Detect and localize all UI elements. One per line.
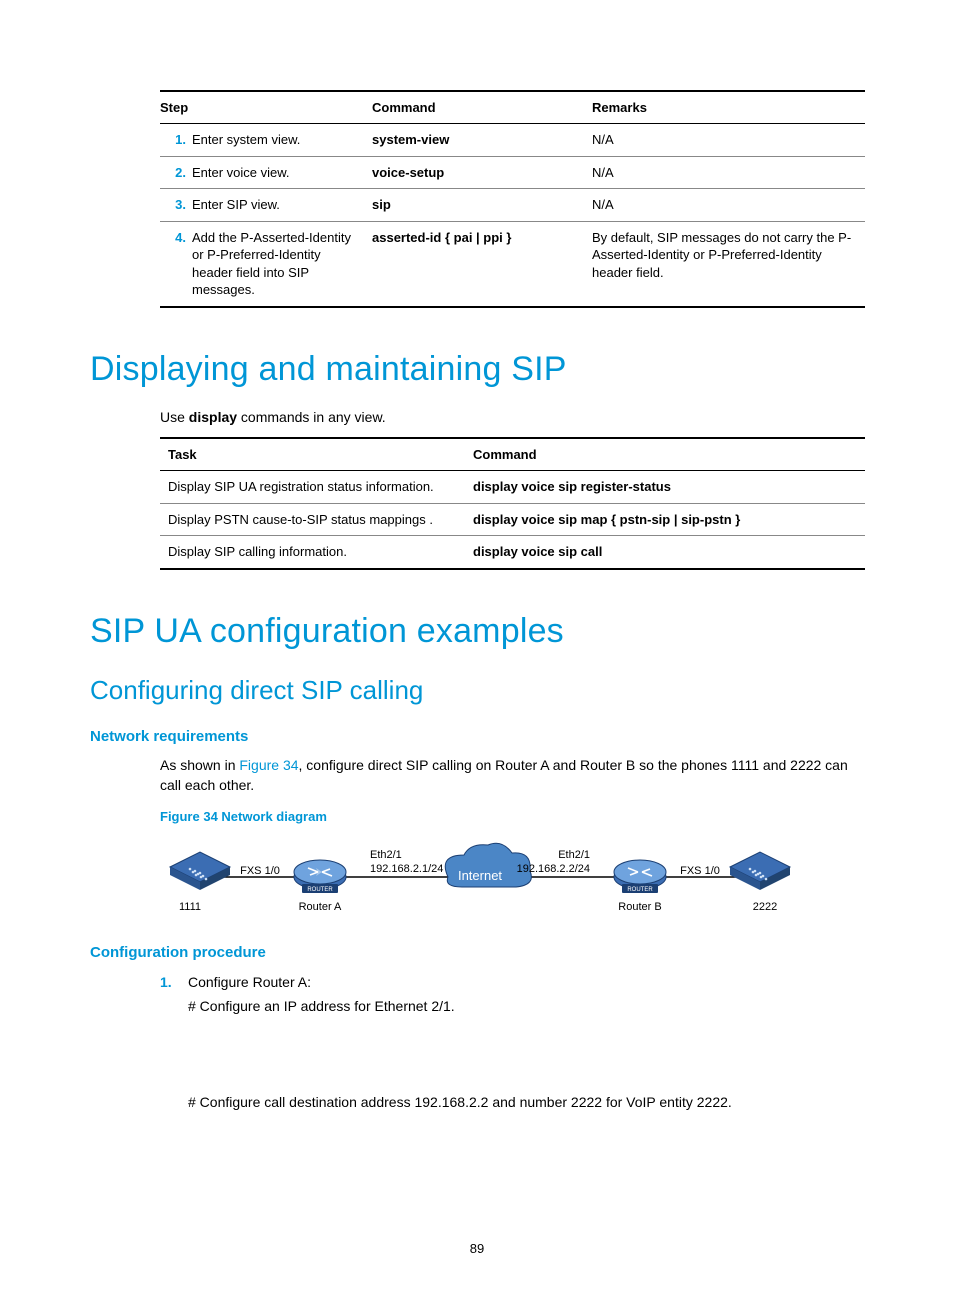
- steps-table: Step Command Remarks 1. Enter system vie…: [160, 90, 865, 308]
- task-desc: Display SIP UA registration status infor…: [160, 471, 473, 504]
- text: commands in any view.: [237, 409, 386, 425]
- step-remarks: N/A: [592, 124, 865, 157]
- proc-text: # Configure an IP address for Ethernet 2…: [188, 995, 864, 1019]
- cmd-bold: display voice sip map: [473, 512, 607, 527]
- step-number: 3.: [160, 189, 192, 222]
- step-number: 1.: [160, 124, 192, 157]
- heading-network-req: Network requirements: [90, 728, 864, 745]
- table-row: Display SIP calling information. display…: [160, 536, 865, 569]
- proc-text: Configure Router A:: [188, 974, 311, 990]
- heading-config-procedure: Configuration procedure: [90, 944, 864, 961]
- step-desc: Enter SIP view.: [192, 189, 372, 222]
- router-badge: ROUTER: [627, 887, 653, 893]
- task-desc: Display PSTN cause-to-SIP status mapping…: [160, 503, 473, 536]
- heading-configuring-direct: Configuring direct SIP calling: [90, 675, 864, 706]
- proc-text: # Configure call destination address 192…: [188, 1091, 864, 1115]
- document-page: Step Command Remarks 1. Enter system vie…: [0, 0, 954, 1296]
- eth-b-label: Eth2/1: [558, 849, 590, 861]
- paragraph-use-display: Use display commands in any view.: [160, 407, 864, 427]
- router-a-icon: ROUTER: [294, 860, 346, 893]
- task-table: Task Command Display SIP UA registration…: [160, 437, 865, 570]
- table-row: 4. Add the P-Asserted-Identity or P-Pref…: [160, 221, 865, 307]
- fxs-b-label: FXS 1/0: [680, 865, 720, 877]
- cmd-args: { pstn-sip | sip-pstn }: [607, 512, 740, 527]
- router-a-label: Router A: [299, 901, 342, 913]
- router-b-icon: ROUTER: [614, 860, 666, 893]
- eth-a-label: Eth2/1: [370, 849, 402, 861]
- step-remarks: By default, SIP messages do not carry th…: [592, 221, 865, 307]
- step-desc: Enter system view.: [192, 124, 372, 157]
- step-remarks: N/A: [592, 156, 865, 189]
- fxs-a-label: FXS 1/0: [240, 865, 280, 877]
- table-row: Display PSTN cause-to-SIP status mapping…: [160, 503, 865, 536]
- step-desc: Enter voice view.: [192, 156, 372, 189]
- phone-a-icon: [170, 852, 230, 890]
- text: Use: [160, 409, 189, 425]
- page-number: 89: [0, 1241, 954, 1256]
- router-badge: ROUTER: [307, 887, 333, 893]
- th-remarks: Remarks: [592, 91, 865, 124]
- table-row: 3. Enter SIP view. sip N/A: [160, 189, 865, 222]
- internet-label: Internet: [458, 868, 502, 883]
- th-command: Command: [473, 438, 865, 471]
- cmd-args: { pai | ppi }: [441, 230, 511, 245]
- text-bold: display: [189, 409, 237, 425]
- figure-ref-link[interactable]: Figure 34: [239, 757, 298, 773]
- phone-b-label: 2222: [753, 901, 777, 913]
- table-row: 1. Enter system view. system-view N/A: [160, 124, 865, 157]
- proc-number: 1.: [160, 971, 188, 995]
- heading-displaying: Displaying and maintaining SIP: [90, 350, 864, 389]
- step-number: 2.: [160, 156, 192, 189]
- table-header-row: Task Command: [160, 438, 865, 471]
- step-command: system-view: [372, 124, 592, 157]
- ip-a-label: 192.168.2.1/24: [370, 863, 443, 875]
- network-diagram: 1111 FXS 1/0 ROUTER Router A Eth2/1 192.…: [160, 832, 800, 922]
- step-command: asserted-id { pai | ppi }: [372, 221, 592, 307]
- table-row: 2. Enter voice view. voice-setup N/A: [160, 156, 865, 189]
- ip-b-label: 192.168.2.2/24: [517, 863, 590, 875]
- step-number: 4.: [160, 221, 192, 307]
- step-remarks: N/A: [592, 189, 865, 222]
- procedure-item: 1.Configure Router A: # Configure an IP …: [160, 971, 864, 1114]
- paragraph-network-req: As shown in Figure 34, configure direct …: [160, 755, 864, 796]
- figure-caption: Figure 34 Network diagram: [160, 809, 864, 824]
- task-command: display voice sip call: [473, 536, 865, 569]
- th-command: Command: [372, 91, 592, 124]
- heading-examples: SIP UA configuration examples: [90, 612, 864, 651]
- text: As shown in: [160, 757, 239, 773]
- task-command: display voice sip map { pstn-sip | sip-p…: [473, 503, 865, 536]
- step-desc: Add the P-Asserted-Identity or P-Preferr…: [192, 221, 372, 307]
- cmd-bold: asserted-id: [372, 230, 441, 245]
- task-desc: Display SIP calling information.: [160, 536, 473, 569]
- step-command: sip: [372, 189, 592, 222]
- step-command: voice-setup: [372, 156, 592, 189]
- table-header-row: Step Command Remarks: [160, 91, 865, 124]
- phone-a-label: 1111: [179, 901, 201, 913]
- phone-b-icon: [730, 852, 790, 890]
- th-task: Task: [160, 438, 473, 471]
- th-step: Step: [160, 91, 372, 124]
- procedure-list: 1.Configure Router A: # Configure an IP …: [160, 971, 864, 1114]
- table-row: Display SIP UA registration status infor…: [160, 471, 865, 504]
- router-b-label: Router B: [618, 901, 661, 913]
- task-command: display voice sip register-status: [473, 471, 865, 504]
